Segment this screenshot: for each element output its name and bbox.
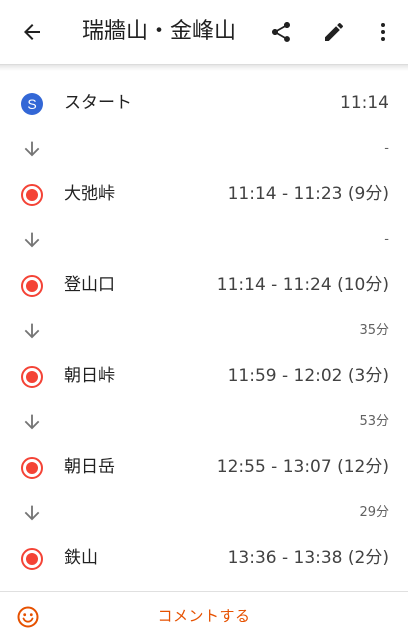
stop-name: 朝日峠 [64, 366, 115, 386]
stop-time: 11:14 - 11:24 (10分) [216, 275, 389, 295]
route-leg: - [0, 217, 408, 263]
edit-icon[interactable] [322, 20, 346, 44]
stop-time: 11:59 - 12:02 (3分) [227, 366, 389, 386]
route-stop-row[interactable]: 登山口 11:14 - 11:24 (10分) [0, 262, 408, 308]
route-stop-row[interactable]: 鉄山 13:36 - 13:38 (2分) [0, 535, 408, 581]
stop-time: 13:36 - 13:38 (2分) [227, 548, 389, 568]
more-vert-icon[interactable] [371, 20, 395, 44]
app-bar: 瑞牆山・金峰山 [0, 0, 408, 64]
route-leg: 53分 [0, 399, 408, 445]
route-leg: 35分 [0, 308, 408, 354]
route-stop-row[interactable]: 朝日岳 12:55 - 13:07 (12分) [0, 444, 408, 490]
stop-marker-icon [21, 366, 43, 388]
route-stop-row[interactable]: 朝日峠 11:59 - 12:02 (3分) [0, 353, 408, 399]
stop-name: 登山口 [64, 275, 115, 295]
start-badge-letter: S [27, 96, 36, 112]
page-title: 瑞牆山・金峰山 [82, 19, 237, 44]
arrow-down-icon [24, 141, 40, 157]
stop-marker-icon [21, 457, 43, 479]
route-leg: 29分 [0, 490, 408, 536]
stop-name: 鉄山 [64, 548, 98, 568]
stop-time: 11:14 - 11:23 (9分) [227, 184, 389, 204]
arrow-down-icon [24, 414, 40, 430]
stop-marker-icon [21, 184, 43, 206]
leg-duration: - [384, 232, 389, 247]
arrow-down-icon [24, 232, 40, 248]
comment-button[interactable]: コメントする [0, 605, 408, 627]
stop-name: 大弛峠 [64, 184, 115, 204]
arrow-down-icon [24, 505, 40, 521]
arrow-back-icon[interactable] [20, 20, 44, 44]
arrow-down-icon [24, 323, 40, 339]
share-icon[interactable] [269, 20, 293, 44]
stop-marker-icon [21, 275, 43, 297]
stop-marker-icon [21, 548, 43, 570]
stop-name: スタート [64, 93, 132, 113]
stop-name: 朝日岳 [64, 457, 115, 477]
start-badge-icon: S [21, 93, 43, 115]
route-start-row[interactable]: S スタート 11:14 [0, 80, 408, 126]
leg-duration: 35分 [359, 323, 389, 338]
route-leg: - [0, 126, 408, 172]
header-shadow-divider [0, 64, 408, 71]
comment-bar: コメントする [0, 591, 408, 640]
leg-duration: 53分 [359, 414, 389, 429]
leg-duration: 29分 [359, 505, 389, 520]
stop-time: 12:55 - 13:07 (12分) [216, 457, 389, 477]
leg-duration: - [384, 141, 389, 156]
stop-time: 11:14 [340, 93, 389, 113]
route-stop-row[interactable]: 大弛峠 11:14 - 11:23 (9分) [0, 171, 408, 217]
